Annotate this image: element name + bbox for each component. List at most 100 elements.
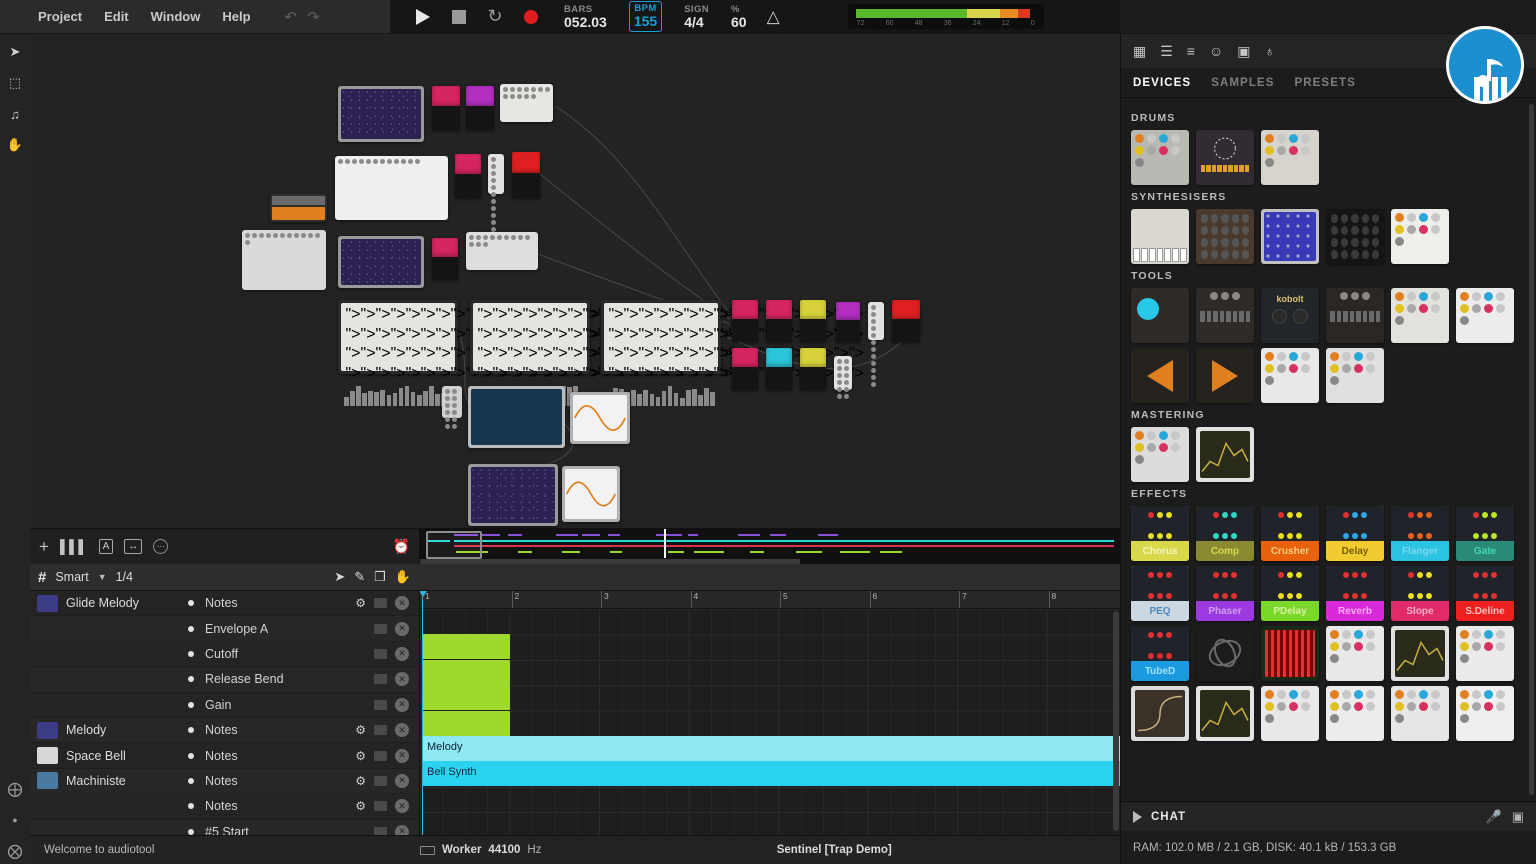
menu-item-edit[interactable]: Edit bbox=[104, 9, 129, 24]
timeline-clip[interactable] bbox=[422, 685, 510, 710]
lane-dot-icon[interactable] bbox=[188, 803, 194, 809]
play-triangle-icon[interactable] bbox=[1133, 811, 1142, 823]
tab-presets[interactable]: PRESETS bbox=[1294, 77, 1355, 89]
reverb-effect[interactable]: Reverb bbox=[1326, 566, 1384, 621]
mute-toggle[interactable] bbox=[374, 624, 387, 634]
analyser-device[interactable] bbox=[1196, 686, 1254, 741]
send-left-device[interactable] bbox=[1131, 348, 1189, 403]
mini-viewport-window[interactable] bbox=[426, 531, 482, 559]
timeline-grid[interactable]: Melody Bell Synth bbox=[420, 609, 1120, 835]
glide-melody-device-icon[interactable] bbox=[37, 595, 58, 612]
hand-tool-icon[interactable]: ✋ bbox=[6, 136, 24, 154]
s-deline-effect[interactable]: S.Deline bbox=[1456, 566, 1514, 621]
rasselbock-device[interactable] bbox=[1391, 209, 1449, 264]
mixer-console[interactable]: ">">">">">">">">">">">">">">">">">">">">… bbox=[338, 300, 458, 374]
pulsar-effect[interactable] bbox=[1261, 626, 1319, 681]
mute-toggle[interactable] bbox=[374, 649, 387, 659]
pencil-tool-icon[interactable]: ✎ bbox=[354, 569, 365, 585]
sequencer-module[interactable] bbox=[500, 84, 553, 122]
list-view-icon[interactable]: ☰ bbox=[1160, 43, 1173, 60]
kobolt-device[interactable]: kobolt bbox=[1261, 288, 1319, 343]
waveshaper-module[interactable] bbox=[570, 392, 630, 444]
mixer-console[interactable]: ">">">">">">">">">">">">">">">">">">">">… bbox=[601, 300, 721, 374]
effect-pedal[interactable] bbox=[732, 300, 758, 342]
space-bell-device[interactable] bbox=[1261, 209, 1319, 264]
close-icon[interactable]: ✕ bbox=[395, 622, 409, 636]
lane-dot-icon[interactable] bbox=[188, 651, 194, 657]
lane-dot-icon[interactable] bbox=[188, 778, 194, 784]
tab-devices[interactable]: DEVICES bbox=[1133, 77, 1191, 89]
headphones-tool-icon[interactable]: ♫ bbox=[6, 105, 24, 123]
pointer-tool-icon[interactable]: ➤ bbox=[6, 43, 24, 61]
timeline-clip[interactable] bbox=[422, 634, 510, 659]
small-device-1[interactable] bbox=[1326, 686, 1384, 741]
hand-tool-icon[interactable]: ✋ bbox=[395, 569, 411, 585]
effect-pedal[interactable] bbox=[892, 300, 920, 342]
gear-icon[interactable]: ⚙ bbox=[355, 596, 366, 610]
percent-field[interactable]: % 60 bbox=[731, 4, 747, 30]
browser-scrollbar[interactable] bbox=[1529, 104, 1534, 795]
filter-module[interactable] bbox=[466, 232, 538, 270]
sequencer-tool-device[interactable] bbox=[1326, 288, 1384, 343]
merger-device[interactable] bbox=[1326, 348, 1384, 403]
microphone-icon[interactable]: ♁ bbox=[1265, 43, 1276, 59]
delay-effect[interactable]: Delay bbox=[1326, 506, 1384, 561]
stomp-box-3[interactable] bbox=[1456, 626, 1514, 681]
automation-a-icon[interactable]: A bbox=[99, 539, 114, 554]
timeline-clip[interactable]: Bell Synth bbox=[422, 761, 1120, 786]
video-call-icon[interactable]: ▣ bbox=[1237, 43, 1250, 60]
synth-module[interactable] bbox=[338, 86, 424, 142]
close-icon[interactable]: ✕ bbox=[395, 596, 409, 610]
tab-samples[interactable]: SAMPLES bbox=[1211, 77, 1274, 89]
rows-view-icon[interactable]: ≡ bbox=[1187, 43, 1195, 59]
gate-tool-device[interactable] bbox=[1196, 288, 1254, 343]
autopan-device[interactable] bbox=[1131, 288, 1189, 343]
mastering-eq-device[interactable] bbox=[1131, 427, 1189, 482]
send-right-device[interactable] bbox=[1196, 348, 1254, 403]
utility-module[interactable] bbox=[868, 302, 884, 340]
bpm-field[interactable]: BPM 155 bbox=[629, 1, 662, 32]
comp-effect[interactable]: Comp bbox=[1196, 506, 1254, 561]
mute-toggle[interactable] bbox=[374, 827, 387, 835]
video-call-icon[interactable]: ▣ bbox=[1512, 809, 1524, 825]
stomp-box-1[interactable] bbox=[1326, 626, 1384, 681]
microphone-icon[interactable]: 🎤 bbox=[1486, 809, 1502, 825]
track-row[interactable]: Space Bell Notes ⚙ ✕ bbox=[30, 743, 419, 768]
zoom-in-icon[interactable]: ⨁ bbox=[8, 780, 23, 798]
gear-icon[interactable]: ⚙ bbox=[355, 749, 366, 763]
stop-icon[interactable] bbox=[448, 6, 470, 28]
lane-dot-icon[interactable] bbox=[188, 676, 194, 682]
menu-item-project[interactable]: Project bbox=[38, 9, 82, 24]
heisenberg-device[interactable] bbox=[1131, 209, 1189, 264]
drum-machine-module[interactable] bbox=[335, 156, 448, 220]
track-row[interactable]: Release Bend⚙✕ bbox=[30, 667, 419, 692]
effect-pedal[interactable] bbox=[800, 300, 826, 342]
effect-pedal[interactable] bbox=[455, 154, 481, 198]
menu-item-window[interactable]: Window bbox=[151, 9, 201, 24]
chevron-down-icon[interactable]: ▼ bbox=[98, 572, 107, 582]
lane-dot-icon[interactable] bbox=[188, 626, 194, 632]
undo-arrow-icon[interactable]: ↶ bbox=[285, 8, 298, 26]
machiniste-device[interactable] bbox=[1131, 130, 1189, 185]
mini-timeline-overview[interactable] bbox=[420, 529, 1120, 564]
multi-knob-device[interactable] bbox=[1261, 686, 1319, 741]
track-row[interactable]: Glide Melody Notes ⚙ ✕ bbox=[30, 591, 419, 616]
effect-pedal[interactable] bbox=[512, 152, 540, 198]
timeline-clip[interactable] bbox=[422, 711, 510, 736]
grid-view-icon[interactable]: ▦ bbox=[1133, 43, 1146, 60]
bassline-device[interactable] bbox=[1261, 130, 1319, 185]
close-icon[interactable]: ✕ bbox=[395, 672, 409, 686]
phaser-effect[interactable]: Phaser bbox=[1196, 566, 1254, 621]
effect-pedal[interactable] bbox=[432, 86, 460, 130]
slope-effect[interactable]: Slope bbox=[1391, 566, 1449, 621]
flanger-effect[interactable]: Flanger bbox=[1391, 506, 1449, 561]
track-row[interactable]: #5 Start⚙✕ bbox=[30, 820, 419, 835]
loop-region-icon[interactable]: ↔ bbox=[124, 539, 142, 554]
redo-arrow-icon[interactable]: ↷ bbox=[307, 8, 320, 26]
sign-field[interactable]: SIGN 4/4 bbox=[684, 4, 709, 30]
lane-dot-icon[interactable] bbox=[188, 727, 194, 733]
menu-item-help[interactable]: Help bbox=[222, 9, 250, 24]
router-device[interactable] bbox=[1456, 288, 1514, 343]
lane-dot-icon[interactable] bbox=[188, 702, 194, 708]
pulverisateur-device[interactable] bbox=[1196, 209, 1254, 264]
